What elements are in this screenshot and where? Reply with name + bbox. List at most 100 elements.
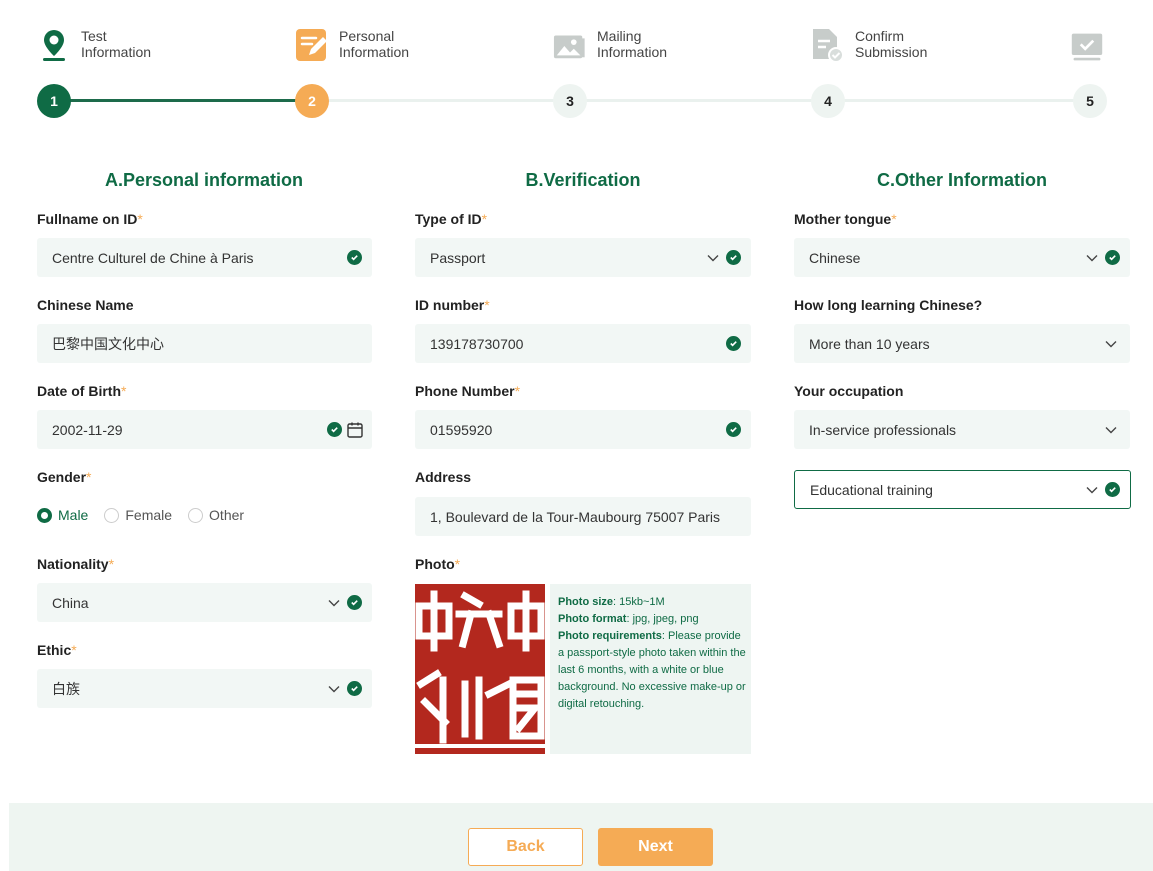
nationality-select[interactable]: China	[37, 583, 372, 622]
photo-requirements-panel: Photo size: 15kb~1M Photo format: jpg, j…	[550, 584, 751, 754]
monitor-check-icon	[1070, 30, 1104, 64]
step-3-line2: Information	[597, 44, 668, 60]
gender-female-label: Female	[125, 507, 173, 523]
step-2-label: Personal Information	[295, 28, 409, 62]
radio-icon	[188, 507, 204, 523]
mother-tongue-label: Mother tongue*	[794, 211, 897, 227]
seal-logo-image	[415, 584, 545, 754]
step-5-circle[interactable]: 5	[1073, 84, 1107, 118]
id-number-label: ID number*	[415, 297, 490, 313]
chinese-name-field[interactable]: 巴黎中国文化中心	[37, 324, 372, 363]
id-type-label: Type of ID*	[415, 211, 488, 227]
phone-label: Phone Number*	[415, 383, 521, 399]
chinese-name-label: Chinese Name	[37, 297, 134, 313]
gender-label: Gender*	[37, 469, 92, 485]
nationality-label: Nationality*	[37, 556, 115, 572]
section-b-title: B.Verification	[525, 170, 641, 190]
ethic-label: Ethic*	[37, 642, 77, 658]
learning-select[interactable]: More than 10 years	[794, 324, 1130, 363]
step-1-line2: Information	[81, 44, 152, 60]
step-3-number: 3	[566, 93, 574, 109]
step-4-number: 4	[824, 93, 832, 109]
chinese-name-value: 巴黎中国文化中心	[52, 335, 164, 352]
fullname-value: Centre Culturel de Chine à Paris	[52, 249, 254, 266]
occupation-sub-value: Educational training	[810, 481, 933, 498]
step-2-line2: Information	[339, 44, 410, 60]
dob-field[interactable]: 2002-11-29	[37, 410, 372, 449]
check-icon	[1105, 482, 1120, 497]
step-1-line1: Test	[81, 28, 107, 44]
step-5-number: 5	[1086, 93, 1094, 109]
step-4-label: Confirm Submission	[811, 28, 928, 63]
back-button[interactable]: Back	[468, 828, 583, 866]
mother-tongue-value: Chinese	[809, 249, 861, 266]
step-2-number: 2	[308, 93, 316, 109]
step-2-circle[interactable]: 2	[295, 84, 329, 118]
occupation-sub-select[interactable]: Educational training	[794, 470, 1131, 509]
section-a-title: A.Personal information	[104, 170, 304, 190]
check-icon	[347, 250, 362, 265]
map-pin-icon	[37, 28, 71, 62]
step-4-circle[interactable]: 4	[811, 84, 845, 118]
edit-form-icon	[295, 28, 329, 62]
radio-selected-icon	[37, 507, 52, 523]
document-check-icon	[811, 28, 845, 63]
step-3-line1: Mailing	[597, 28, 642, 44]
calendar-icon[interactable]	[346, 421, 364, 439]
check-icon	[726, 250, 741, 265]
id-number-value: 139178730700	[430, 335, 524, 352]
gender-other-radio[interactable]: Other	[188, 507, 244, 523]
step-3-label: Mailing Information	[553, 28, 667, 62]
step-5-label	[1070, 30, 1104, 64]
id-number-field[interactable]: 139178730700	[415, 324, 751, 363]
step-3-circle[interactable]: 3	[553, 84, 587, 118]
step-2-line1: Personal	[339, 28, 395, 44]
photo-req-value: : Please provide a passport-style photo …	[558, 630, 746, 710]
gender-radio-group: Male Female Other	[37, 507, 254, 523]
photo-size-value: : 15kb~1M	[613, 596, 665, 608]
step-4-line1: Confirm	[855, 28, 905, 44]
photo-format-value: : jpg, jpeg, png	[626, 613, 699, 625]
id-type-select[interactable]: Passport	[415, 238, 751, 277]
progress-track-done	[54, 99, 312, 102]
chevron-down-icon	[1085, 483, 1099, 497]
address-value: 1, Boulevard de la Tour-Maubourg 75007 P…	[430, 508, 721, 525]
section-c-title: C.Other Information	[877, 170, 1047, 190]
photo-size-label: Photo size	[558, 596, 614, 608]
gender-other-label: Other	[209, 507, 245, 523]
mother-tongue-select[interactable]: Chinese	[794, 238, 1130, 277]
check-icon	[726, 336, 741, 351]
chevron-down-icon	[327, 596, 341, 610]
check-icon	[347, 681, 362, 696]
fullname-label: Fullname on ID*	[37, 211, 143, 227]
photo-req-label: Photo requirements	[558, 630, 662, 642]
dob-label: Date of Birth*	[37, 383, 127, 399]
photo-upload-preview[interactable]	[415, 584, 545, 754]
chevron-down-icon	[1085, 251, 1099, 265]
ethic-select[interactable]: 白族	[37, 669, 372, 708]
check-icon	[327, 422, 342, 437]
step-1-circle[interactable]: 1	[37, 84, 71, 118]
phone-field[interactable]: 01595920	[415, 410, 751, 449]
id-type-value: Passport	[430, 249, 486, 266]
step-1-number: 1	[50, 93, 58, 109]
step-4-line2: Submission	[855, 44, 928, 60]
ethic-value: 白族	[52, 680, 80, 697]
check-icon	[347, 595, 362, 610]
address-field[interactable]: 1, Boulevard de la Tour-Maubourg 75007 P…	[415, 497, 751, 536]
check-icon	[726, 422, 741, 437]
fullname-field[interactable]: Centre Culturel de Chine à Paris	[37, 238, 372, 277]
chevron-down-icon	[706, 251, 720, 265]
occupation-value: In-service professionals	[809, 421, 957, 438]
chevron-down-icon	[327, 682, 341, 696]
step-1-label: Test Information	[37, 28, 151, 62]
gender-female-radio[interactable]: Female	[104, 507, 172, 523]
occupation-label: Your occupation	[794, 383, 904, 399]
phone-value: 01595920	[430, 421, 493, 438]
address-label: Address	[415, 469, 472, 485]
occupation-select[interactable]: In-service professionals	[794, 410, 1130, 449]
gender-male-radio[interactable]: Male	[37, 507, 88, 523]
gender-male-label: Male	[58, 507, 89, 523]
photo-format-label: Photo format	[558, 613, 627, 625]
next-button[interactable]: Next	[598, 828, 713, 866]
